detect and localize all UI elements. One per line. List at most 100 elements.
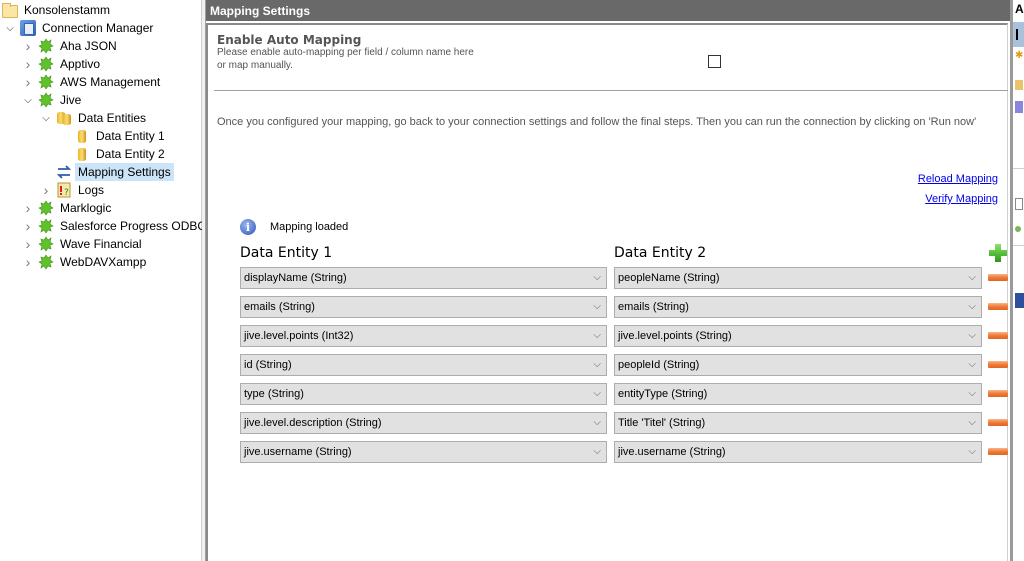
- actions-pane: A ✱: [1010, 0, 1024, 561]
- data-entities-icon: [56, 110, 72, 126]
- chevron-right-icon[interactable]: ›: [22, 73, 34, 91]
- chevron-down-icon[interactable]: ⌵: [968, 326, 976, 346]
- chevron-down-icon[interactable]: ⌵: [968, 355, 976, 375]
- target-field-dropdown[interactable]: peopleId (String) ⌵: [614, 354, 982, 376]
- chevron-down-icon[interactable]: ⌵: [593, 442, 601, 462]
- mapping-row: jive.level.description (String) ⌵ Title 'T…: [240, 412, 1010, 441]
- reload-mapping-link[interactable]: Reload Mapping: [918, 173, 998, 185]
- chevron-right-icon[interactable]: ›: [22, 253, 34, 271]
- remove-mapping-button[interactable]: [988, 361, 1008, 368]
- source-field-dropdown[interactable]: jive.level.points (Int32) ⌵: [240, 325, 607, 347]
- target-field-dropdown[interactable]: Title 'Titel' (String) ⌵: [614, 412, 982, 434]
- tree-item[interactable]: › Salesforce Progress ODBC: [22, 217, 209, 235]
- chevron-down-icon[interactable]: ⌵: [968, 297, 976, 317]
- tree-item-label: Konsolenstamm: [24, 3, 111, 17]
- chevron-down-icon[interactable]: ⌵: [968, 413, 976, 433]
- dropdown-value: peopleId (String): [618, 359, 700, 371]
- plugin-icon: [38, 92, 54, 108]
- tree-item[interactable]: › WebDAVXampp: [22, 253, 149, 271]
- tree-item-label: WebDAVXampp: [60, 255, 147, 269]
- tree-item[interactable]: Konsolenstamm: [2, 1, 113, 19]
- actions-pane-selected-item[interactable]: [1013, 22, 1024, 47]
- remove-mapping-button[interactable]: [988, 303, 1008, 310]
- source-field-dropdown[interactable]: type (String) ⌵: [240, 383, 607, 405]
- chevron-right-icon[interactable]: ›: [22, 199, 34, 217]
- action-icon[interactable]: [1015, 101, 1023, 113]
- chevron-right-icon[interactable]: ›: [22, 235, 34, 253]
- remove-mapping-button[interactable]: [988, 419, 1008, 426]
- app-window: Konsolenstamm ⌵ Connection Manager › Aha JSO…: [0, 0, 1024, 561]
- chevron-down-icon[interactable]: ⌵: [40, 109, 52, 127]
- chevron-down-icon[interactable]: ⌵: [593, 326, 601, 346]
- source-field-dropdown[interactable]: id (String) ⌵: [240, 354, 607, 376]
- action-icon[interactable]: [1015, 80, 1023, 90]
- info-icon: i: [240, 219, 256, 235]
- target-field-dropdown[interactable]: entityType (String) ⌵: [614, 383, 982, 405]
- chevron-down-icon[interactable]: ⌵: [968, 384, 976, 404]
- action-icon[interactable]: [1015, 293, 1024, 308]
- chevron-down-icon[interactable]: ⌵: [968, 442, 976, 462]
- dropdown-value: type (String): [244, 388, 304, 400]
- tree-item[interactable]: › Wave Financial: [22, 235, 145, 253]
- chevron-down-icon[interactable]: ⌵: [4, 19, 16, 37]
- target-field-dropdown[interactable]: jive.username (String) ⌵: [614, 441, 982, 463]
- chevron-right-icon[interactable]: ›: [22, 55, 34, 73]
- source-field-dropdown[interactable]: jive.level.description (String) ⌵: [240, 412, 607, 434]
- source-field-dropdown[interactable]: displayName (String) ⌵: [240, 267, 607, 289]
- plugin-icon: [38, 254, 54, 270]
- chevron-down-icon[interactable]: ⌵: [593, 268, 601, 288]
- plugin-icon: [38, 218, 54, 234]
- action-icon[interactable]: [1015, 226, 1021, 232]
- tree-item[interactable]: › Marklogic: [22, 199, 114, 217]
- target-field-dropdown[interactable]: emails (String) ⌵: [614, 296, 982, 318]
- source-field-dropdown[interactable]: emails (String) ⌵: [240, 296, 607, 318]
- tree-item[interactable]: ⌵ Connection Manager: [4, 19, 156, 37]
- source-field-dropdown[interactable]: jive.username (String) ⌵: [240, 441, 607, 463]
- dropdown-value: emails (String): [618, 301, 689, 313]
- chevron-down-icon[interactable]: ⌵: [593, 413, 601, 433]
- auto-mapping-title: Enable Auto Mapping: [217, 33, 362, 47]
- chevron-right-icon[interactable]: ›: [40, 181, 52, 199]
- dropdown-value: jive.username (String): [244, 446, 352, 458]
- mapping-settings-panel: Mapping Settings Enable Auto Mapping Ple…: [206, 0, 1010, 561]
- chevron-down-icon[interactable]: ⌵: [593, 297, 601, 317]
- star-icon[interactable]: ✱: [1015, 50, 1023, 61]
- chevron-down-icon[interactable]: ⌵: [593, 384, 601, 404]
- remove-mapping-button[interactable]: [988, 448, 1008, 455]
- tree-item[interactable]: › Aha JSON: [22, 37, 120, 55]
- mapping-row: displayName (String) ⌵ peopleName (String)…: [240, 267, 1010, 296]
- action-icon[interactable]: [1015, 198, 1023, 210]
- tree-item[interactable]: Data Entity 2: [58, 145, 168, 163]
- remove-mapping-button[interactable]: [988, 274, 1008, 281]
- mapping-row: jive.username (String) ⌵ jive.username (St…: [240, 441, 1010, 470]
- chevron-down-icon[interactable]: ⌵: [593, 355, 601, 375]
- tree-item[interactable]: ⌵ Data Entities: [40, 109, 149, 127]
- actions-pane-title: A: [1015, 2, 1024, 16]
- target-field-dropdown[interactable]: jive.level.points (String) ⌵: [614, 325, 982, 347]
- verify-mapping-link[interactable]: Verify Mapping: [925, 193, 998, 205]
- navigation-tree: Konsolenstamm ⌵ Connection Manager › Aha JSO…: [0, 0, 206, 561]
- remove-mapping-button[interactable]: [988, 332, 1008, 339]
- tree-item[interactable]: ›? Logs: [40, 181, 107, 199]
- divider: [1013, 168, 1024, 169]
- auto-mapping-checkbox[interactable]: [708, 55, 721, 68]
- tree-item[interactable]: Mapping Settings: [40, 163, 174, 181]
- logs-icon: ?: [56, 182, 72, 198]
- plugin-icon: [38, 236, 54, 252]
- plugin-icon: [38, 200, 54, 216]
- chevron-right-icon[interactable]: ›: [22, 37, 34, 55]
- dropdown-value: jive.level.points (Int32): [244, 330, 354, 342]
- tree-item[interactable]: › Apptivo: [22, 55, 103, 73]
- remove-mapping-button[interactable]: [988, 390, 1008, 397]
- tree-item-label: Apptivo: [60, 57, 101, 71]
- tree-item[interactable]: ⌵ Jive: [22, 91, 84, 109]
- tree-item[interactable]: Data Entity 1: [58, 127, 168, 145]
- target-field-dropdown[interactable]: peopleName (String) ⌵: [614, 267, 982, 289]
- mapping-row: emails (String) ⌵ emails (String) ⌵: [240, 296, 1010, 325]
- chevron-down-icon[interactable]: ⌵: [968, 268, 976, 288]
- add-mapping-button[interactable]: [988, 243, 1008, 263]
- tree-item[interactable]: › AWS Management: [22, 73, 163, 91]
- chevron-down-icon[interactable]: ⌵: [22, 91, 34, 109]
- chevron-right-icon[interactable]: ›: [22, 217, 34, 235]
